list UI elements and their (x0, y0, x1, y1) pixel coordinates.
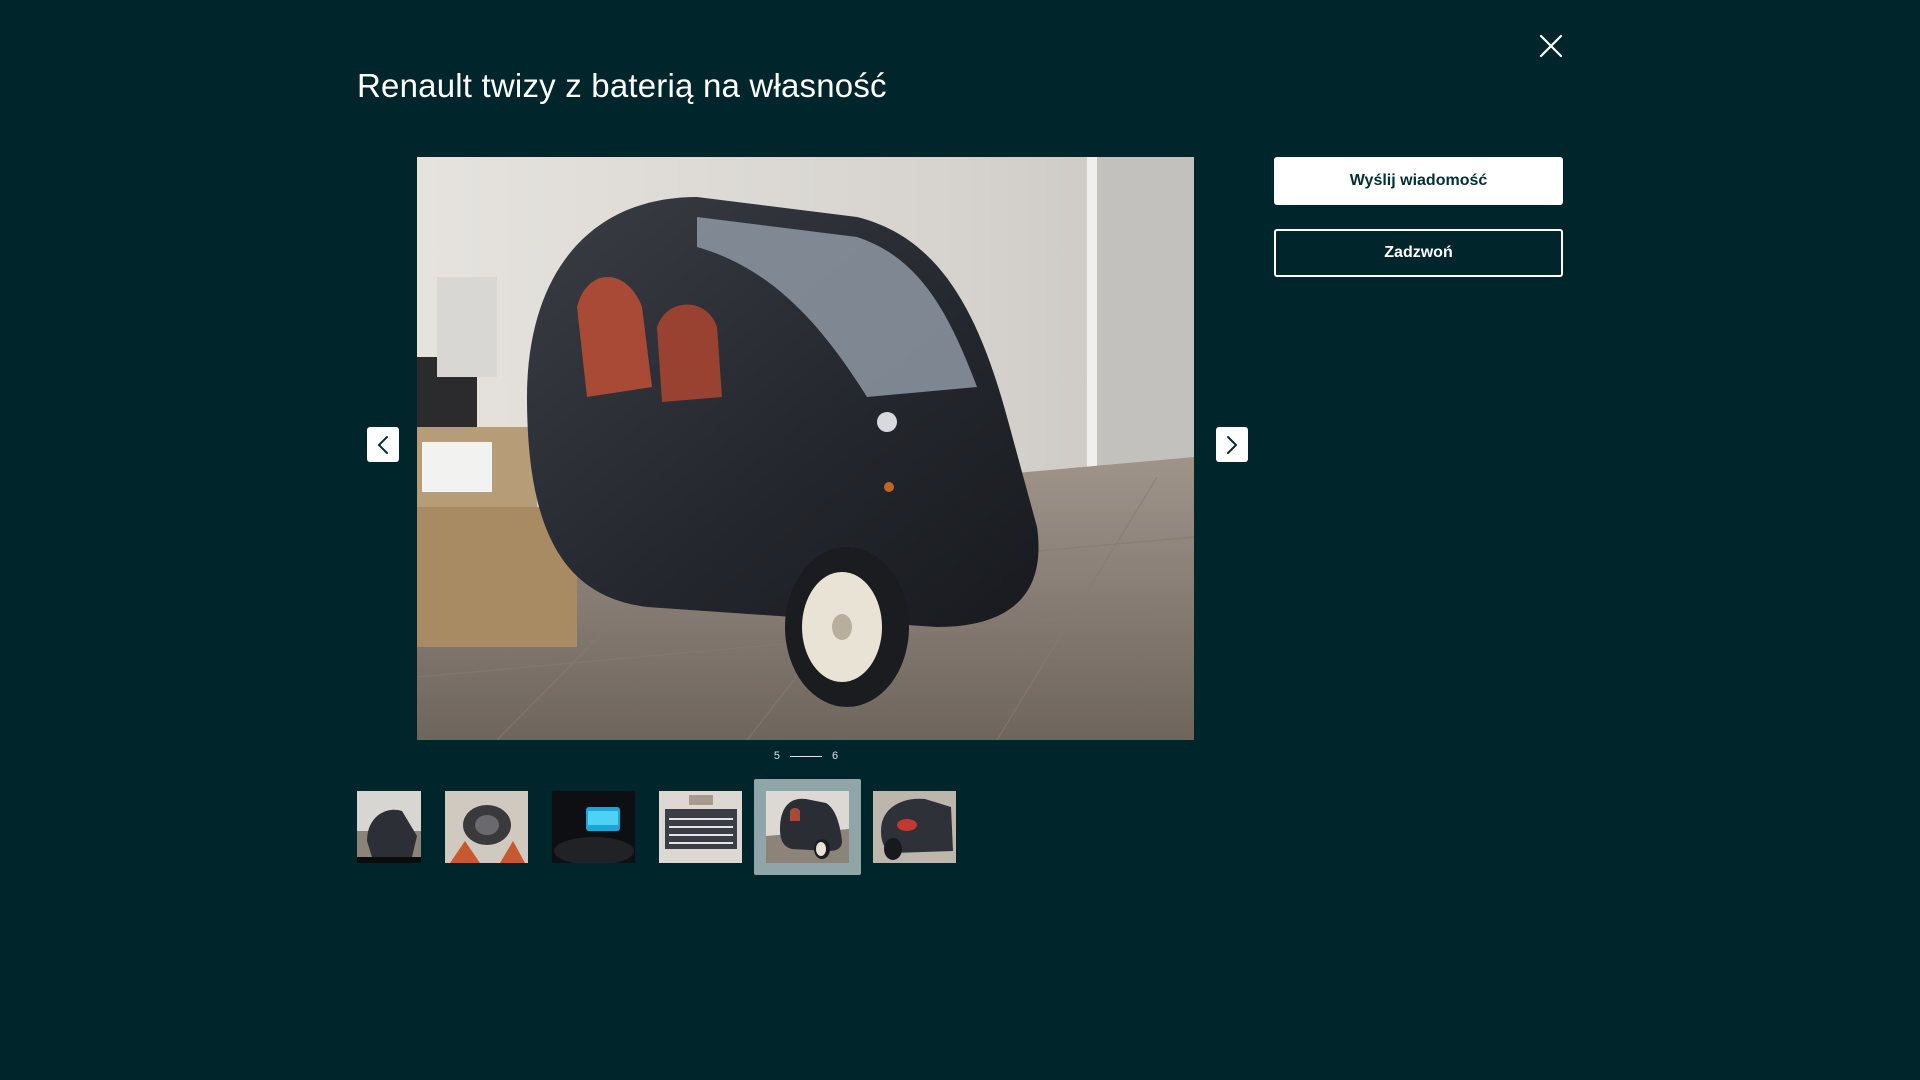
thumbnail[interactable] (659, 791, 742, 863)
previous-photo-button[interactable] (367, 427, 399, 462)
chevron-right-icon (1227, 435, 1237, 454)
counter-divider (790, 755, 822, 757)
thumbnail-active[interactable] (754, 779, 861, 875)
close-button[interactable] (1533, 28, 1569, 64)
send-message-button[interactable]: Wyślij wiadomość (1274, 157, 1563, 205)
thumbnail-image (766, 791, 849, 863)
thumbnail-image (552, 791, 635, 865)
main-photo (417, 157, 1194, 740)
thumbnail-image (659, 791, 742, 863)
listing-title: Renault twizy z baterią na własność (357, 67, 887, 104)
close-icon (1539, 34, 1563, 58)
thumbnail-image (873, 791, 956, 863)
thumbnail[interactable] (552, 791, 635, 865)
next-photo-button[interactable] (1216, 427, 1248, 462)
gallery-modal: Renault twizy z baterią na własność 5 6 … (0, 0, 1920, 1080)
thumbnail-image (357, 791, 421, 863)
thumbnail[interactable] (357, 791, 421, 863)
current-photo-number: 5 (773, 750, 780, 762)
thumbnail[interactable] (873, 791, 956, 863)
total-photo-number: 6 (832, 750, 839, 762)
photo-counter: 5 6 (740, 748, 872, 764)
call-button[interactable]: Zadzwoń (1274, 229, 1563, 277)
thumbnail-image (445, 791, 528, 863)
car-photo (417, 157, 1194, 740)
chevron-left-icon (378, 435, 388, 454)
thumbnail[interactable] (445, 791, 528, 863)
